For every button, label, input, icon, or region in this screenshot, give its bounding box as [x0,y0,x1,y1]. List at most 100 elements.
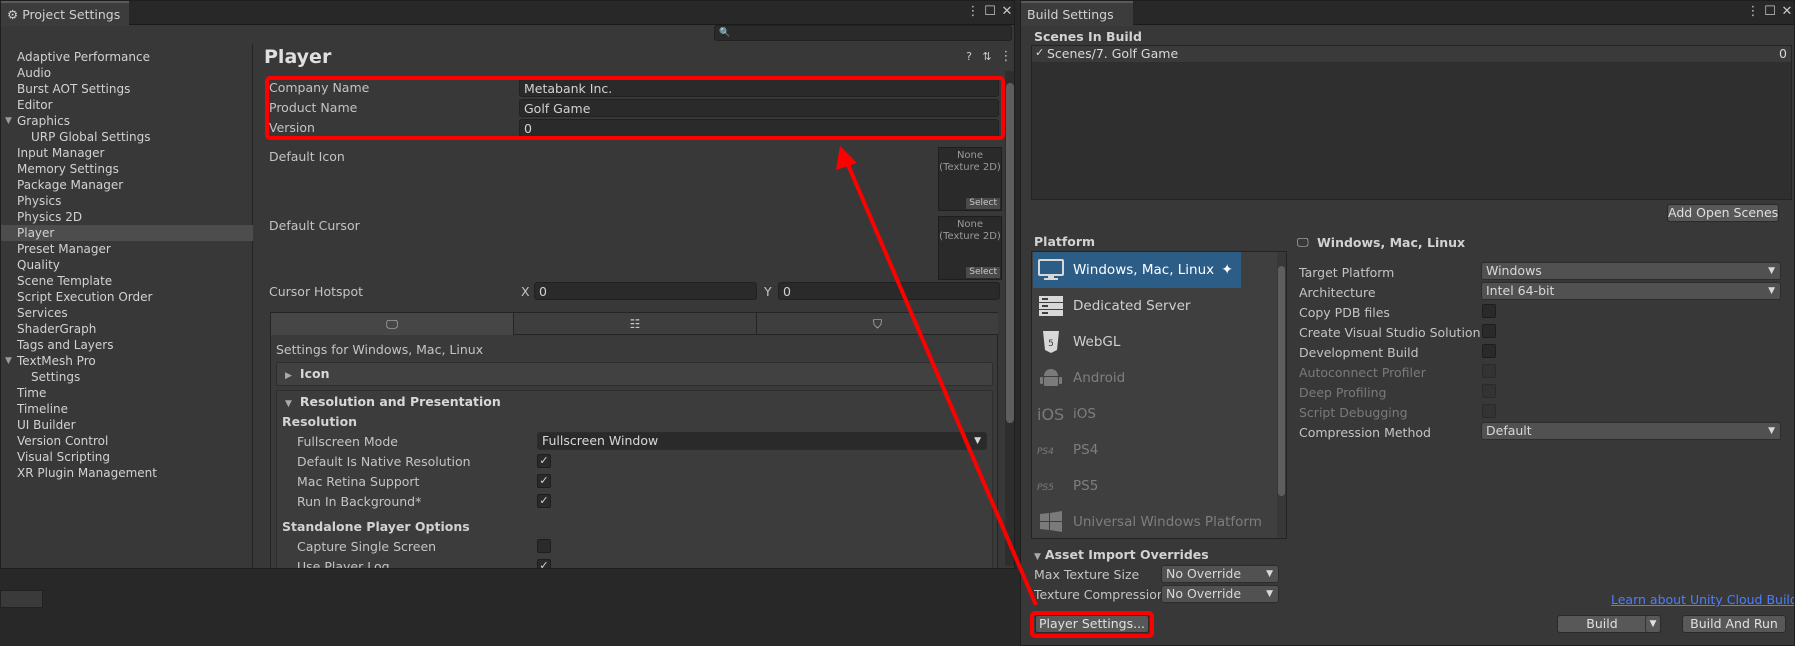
sidebar-item[interactable]: Memory Settings [1,161,253,177]
run-in-background-checkbox[interactable]: ✓ [537,494,551,508]
sidebar-item[interactable]: Editor [1,97,253,113]
chevron-down-icon: ▼ [1649,619,1657,629]
build-dropdown-button[interactable]: ▼ [1645,615,1661,633]
sidebar-item[interactable]: ▼ TextMesh Pro [1,353,253,369]
build-and-run-button[interactable]: Build And Run [1682,615,1786,633]
platform-item[interactable]: Dedicated Server [1033,288,1241,324]
scene-row[interactable]: ✓ Scenes/7. Golf Game 0 [1032,46,1791,62]
platform-item[interactable]: Windows, Mac, Linux ✦ [1033,252,1241,288]
copy-pdb-label: Copy PDB files [1299,305,1390,320]
sidebar-item-label: Settings [31,370,81,384]
hotspot-y-field[interactable]: 0 [778,282,1000,300]
sidebar-item-label: XR Plugin Management [17,466,157,480]
preset-icon[interactable]: ⇅ [979,49,995,65]
build-settings-tab[interactable]: Build Settings [1021,1,1133,26]
sidebar-item[interactable]: Tags and Layers [1,337,253,353]
fullscreen-mode-dropdown[interactable]: Fullscreen Window ▼ [537,432,987,450]
texture-compression-dropdown[interactable]: No Override ▼ [1161,585,1279,603]
chevron-down-icon[interactable]: ▼ [5,353,12,369]
create-vs-checkbox[interactable] [1482,324,1496,338]
standalone-options-header: Standalone Player Options [282,519,470,534]
platform-item[interactable]: PS5 PS5 [1033,468,1241,504]
platform-scroll-thumb[interactable] [1278,266,1285,496]
target-platform-dropdown[interactable]: Windows ▼ [1481,262,1781,280]
add-open-scenes-button[interactable]: Add Open Scenes [1667,204,1779,222]
sidebar-item[interactable]: Time [1,385,253,401]
capture-single-screen-checkbox[interactable] [537,539,551,553]
sidebar-item[interactable]: Visual Scripting [1,449,253,465]
sidebar-item[interactable]: URP Global Settings [1,129,253,145]
windows-icon [1037,510,1065,534]
sidebar-item[interactable]: XR Plugin Management [1,465,253,481]
sidebar-item[interactable]: Preset Manager [1,241,253,257]
copy-pdb-checkbox[interactable] [1482,304,1496,318]
svg-text:iOS: iOS [1037,405,1064,424]
tab-standalone[interactable]: 🖵 [271,313,514,335]
default-icon-select-button[interactable]: Select [966,198,1000,209]
platform-item[interactable]: 5 WebGL [1033,324,1241,360]
development-build-checkbox[interactable] [1482,344,1496,358]
scroll-thumb[interactable] [1006,83,1014,423]
default-cursor-select-button[interactable]: Select [966,267,1000,278]
sidebar-item[interactable]: Audio [1,65,253,81]
sidebar-item[interactable]: Scene Template [1,273,253,289]
platform-item[interactable]: PS4 PS4 [1033,432,1241,468]
sidebar-item[interactable]: Physics [1,193,253,209]
sidebar-item[interactable]: ShaderGraph [1,321,253,337]
mac-retina-checkbox[interactable]: ✓ [537,474,551,488]
sidebar-item[interactable]: Timeline [1,401,253,417]
kebab-menu-icon[interactable]: ⋮ [1745,4,1761,20]
target-platform-label: Target Platform [1299,265,1395,280]
tab-server[interactable]: ☷ [514,313,757,335]
maximize-icon[interactable]: ☐ [982,4,998,20]
use-player-log-checkbox[interactable]: ✓ [537,559,551,568]
sidebar-item[interactable]: Settings [1,369,253,385]
close-icon[interactable]: ✕ [999,4,1014,20]
default-icon-slot[interactable]: None (Texture 2D) Select [938,147,1002,211]
sidebar-item[interactable]: Quality [1,257,253,273]
sidebar-item[interactable]: Input Manager [1,145,253,161]
tab-webgl[interactable]: ⛉ [757,313,998,335]
platform-item[interactable]: Universal Windows Platform [1033,504,1262,540]
platform-item[interactable]: iOS iOS [1033,396,1241,432]
sidebar-item[interactable]: Player [1,225,253,241]
sidebar-item[interactable]: Services [1,305,253,321]
hotspot-y-label: Y [764,284,772,299]
asset-import-overrides-header[interactable]: ▼ Asset Import Overrides [1034,547,1209,562]
compression-method-dropdown[interactable]: Default ▼ [1481,422,1781,440]
kebab-menu-icon[interactable]: ⋮ [965,4,981,20]
platform-scrollbar[interactable] [1277,252,1286,538]
maximize-icon[interactable]: ☐ [1762,4,1778,20]
sidebar-item[interactable]: Version Control [1,433,253,449]
chevron-down-icon[interactable]: ▼ [5,113,12,129]
help-icon[interactable]: ? [961,49,977,65]
sidebar-item[interactable]: UI Builder [1,417,253,433]
icon-foldout[interactable]: ▶ Icon [276,362,993,386]
default-cursor-slot[interactable]: None (Texture 2D) Select [938,216,1002,280]
dropdown-arrow-icon: ▼ [1768,286,1775,296]
architecture-dropdown[interactable]: Intel 64-bit ▼ [1481,282,1781,300]
context-menu-icon[interactable]: ⋮ [998,49,1014,65]
sidebar-item-label: TextMesh Pro [17,354,96,368]
max-texture-size-dropdown[interactable]: No Override ▼ [1161,565,1279,583]
hotspot-x-field[interactable]: 0 [534,282,757,300]
sidebar-item[interactable]: ▼ Graphics [1,113,253,129]
fullscreen-mode-value: Fullscreen Window [542,433,659,448]
cloud-build-link[interactable]: Learn about Unity Cloud Build [1611,592,1794,607]
sidebar-item[interactable]: Physics 2D [1,209,253,225]
settings-search-input[interactable]: 🔍 [714,25,1012,41]
sidebar-item[interactable]: Package Manager [1,177,253,193]
sidebar-item[interactable]: Burst AOT Settings [1,81,253,97]
script-debugging-label: Script Debugging [1299,405,1408,420]
sidebar-item[interactable]: Adaptive Performance [1,49,253,65]
platform-item[interactable]: Android [1033,360,1241,396]
sidebar-item-label: Physics [17,194,62,208]
sidebar-item[interactable]: Script Execution Order [1,289,253,305]
android-icon [1037,366,1065,390]
svg-text:PS5: PS5 [1037,483,1054,493]
player-scrollbar[interactable] [1005,71,1014,566]
default-native-checkbox[interactable]: ✓ [537,454,551,468]
close-icon[interactable]: ✕ [1779,4,1794,20]
scene-checkbox[interactable]: ✓ [1035,46,1044,59]
project-settings-tab[interactable]: ⚙ Project Settings [1,1,129,26]
